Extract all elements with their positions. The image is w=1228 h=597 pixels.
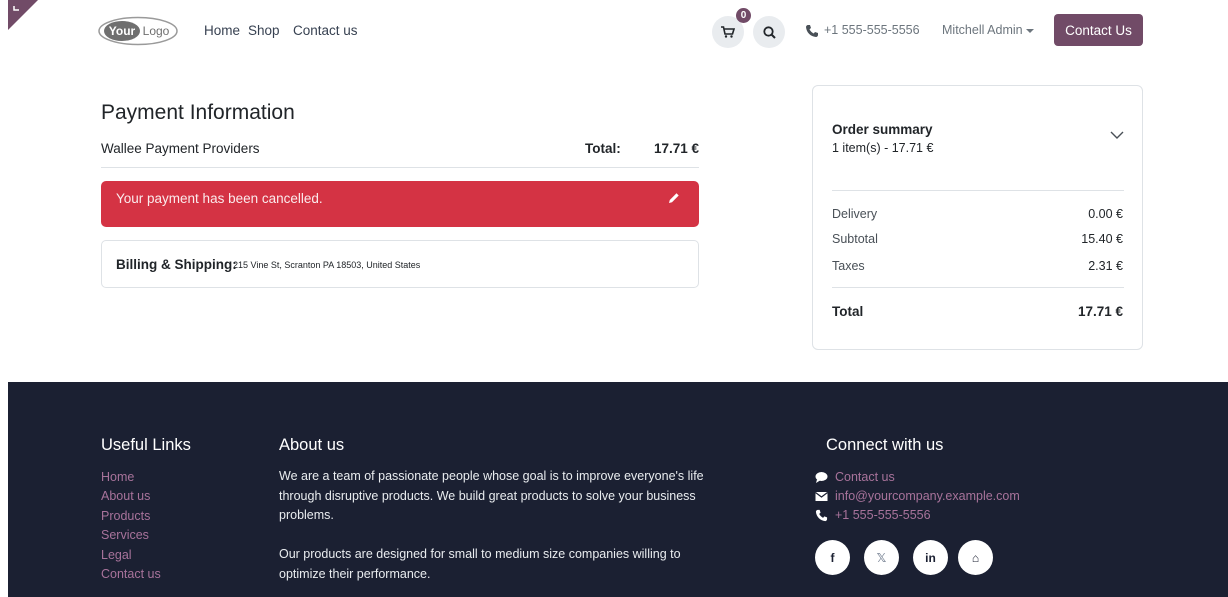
footer-phone-link[interactable]: +1 555-555-5556	[835, 508, 931, 522]
page-title: Payment Information	[101, 101, 295, 124]
footer-link-contact-us[interactable]: Contact us	[101, 567, 161, 581]
delivery-value: 0.00 €	[1088, 207, 1123, 221]
subtotal-label: Subtotal	[832, 232, 878, 246]
payment-provider: Wallee Payment Providers	[101, 141, 260, 156]
summary-total-label: Total	[832, 304, 864, 319]
facebook-icon[interactable]: f	[815, 540, 850, 575]
envelope-icon	[815, 492, 828, 501]
cart-count-badge: 0	[736, 8, 751, 23]
about-us-text-1: We are a team of passionate people whose…	[279, 469, 704, 522]
divider	[832, 190, 1124, 191]
footer-link-home[interactable]: Home	[101, 470, 134, 484]
page: Your Logo Home Shop Contact us 0 +1 555-…	[0, 0, 1228, 597]
search-button[interactable]	[753, 16, 785, 48]
billing-address: 215 Vine St, Scranton PA 18503, United S…	[233, 260, 421, 270]
cart-icon	[721, 26, 735, 38]
pencil-icon[interactable]	[667, 191, 681, 205]
logo-image: Your Logo	[98, 16, 178, 46]
taxes-label: Taxes	[832, 259, 865, 273]
footer-link-about-us[interactable]: About us	[101, 489, 150, 503]
footer-link-legal[interactable]: Legal	[101, 548, 132, 562]
edit-corner-icon[interactable]	[8, 0, 38, 30]
nav-contact-us[interactable]: Contact us	[293, 23, 358, 38]
user-menu[interactable]: Mitchell Admin	[942, 23, 1023, 37]
order-summary-title: Order summary	[832, 122, 933, 137]
footer-link-services[interactable]: Services	[101, 528, 149, 542]
header-phone[interactable]: +1 555-555-5556	[824, 23, 920, 37]
contact-us-button[interactable]: Contact Us	[1054, 14, 1143, 46]
nav-shop[interactable]: Shop	[248, 23, 280, 38]
connect-title: Connect with us	[826, 436, 944, 454]
svg-text:Logo: Logo	[143, 24, 170, 38]
total-label: Total:	[585, 141, 621, 156]
caret-down-icon[interactable]	[1026, 29, 1034, 33]
useful-links-title: Useful Links	[101, 436, 191, 454]
total-value: 17.71 €	[653, 141, 699, 156]
home-icon[interactable]: ⌂	[958, 540, 993, 575]
footer-email-link[interactable]: info@yourcompany.example.com	[835, 489, 1020, 503]
alert-message: Your payment has been cancelled.	[116, 191, 323, 206]
footer: Useful Links Home About us Products Serv…	[8, 382, 1228, 597]
summary-total-value: 17.71 €	[1077, 304, 1123, 319]
order-summary-items: 1 item(s) - 17.71 €	[832, 141, 934, 155]
taxes-value: 2.31 €	[1088, 259, 1123, 273]
phone-icon	[806, 25, 818, 37]
footer-link-products[interactable]: Products	[101, 509, 150, 523]
linkedin-icon[interactable]: in	[913, 540, 948, 575]
delivery-label: Delivery	[832, 207, 878, 221]
subtotal-value: 15.40 €	[1081, 232, 1123, 246]
footer-contact-link[interactable]: Contact us	[835, 470, 895, 484]
nav-home[interactable]: Home	[204, 23, 240, 38]
billing-shipping-box: Billing & Shipping: 215 Vine St, Scranto…	[101, 240, 699, 288]
phone-icon	[815, 509, 828, 522]
svg-text:Your: Your	[109, 24, 136, 38]
divider	[832, 287, 1124, 288]
search-icon	[762, 25, 776, 39]
logo[interactable]: Your Logo	[98, 16, 178, 46]
billing-label: Billing & Shipping:	[116, 257, 237, 272]
chevron-down-icon[interactable]	[1110, 130, 1124, 140]
payment-cancelled-alert: Your payment has been cancelled.	[101, 181, 699, 227]
comment-icon	[815, 472, 828, 483]
order-summary-card: Order summary 1 item(s) - 17.71 € Delive…	[812, 85, 1143, 350]
divider	[101, 167, 699, 168]
about-us-title: About us	[279, 436, 345, 454]
x-twitter-icon[interactable]: 𝕏	[864, 540, 899, 575]
about-us-text-2: Our products are designed for small to m…	[279, 547, 681, 581]
